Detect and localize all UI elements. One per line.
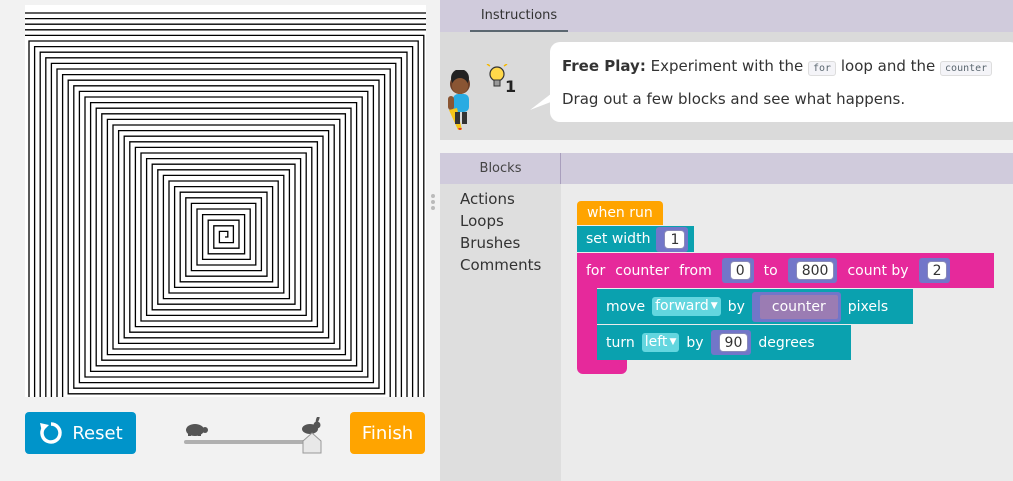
grip-icon[interactable]	[430, 193, 436, 215]
instructions-header: Instructions	[440, 0, 1013, 32]
for-label: for	[586, 262, 606, 279]
turn-block[interactable]: turn left ▼ by 90 degrees	[597, 325, 851, 360]
reset-label: Reset	[72, 422, 123, 444]
when-run-label: when run	[587, 205, 653, 221]
avatar-icon	[444, 69, 474, 134]
set-width-label: set width	[586, 231, 651, 247]
toolbox-title: Blocks	[479, 161, 522, 176]
when-run-block[interactable]: when run	[577, 201, 663, 225]
reset-icon	[40, 422, 63, 444]
move-block[interactable]: move forward ▼ by counter pixels	[597, 289, 913, 324]
tab-instructions[interactable]: Instructions	[470, 8, 568, 32]
play-area: Reset Finish	[0, 0, 440, 481]
instruction-text-a: Experiment with the	[645, 57, 809, 75]
drawing-canvas	[25, 5, 426, 397]
move-counter-var[interactable]: counter	[759, 294, 838, 319]
move-direction: forward	[655, 298, 709, 314]
instruction-line-1: Free Play: Experiment with the for loop …	[562, 57, 993, 76]
for-from-value-block[interactable]: 0	[721, 258, 754, 283]
turn-value-block[interactable]: 90	[710, 330, 752, 355]
turn-unit: degrees	[758, 334, 815, 351]
category-actions[interactable]: Actions	[460, 190, 515, 208]
for-var: counter	[615, 262, 670, 279]
for-to-label: to	[763, 262, 778, 279]
turn-direction-dropdown[interactable]: left ▼	[641, 333, 680, 352]
move-direction-dropdown[interactable]: forward ▼	[652, 297, 721, 316]
category-loops[interactable]: Loops	[460, 212, 504, 230]
turn-direction: left	[644, 334, 668, 350]
move-label: move	[606, 298, 646, 315]
code-counter: counter	[940, 61, 993, 76]
dropdown-arrow-icon: ▼	[710, 301, 718, 311]
set-width-block[interactable]: set width 1	[577, 226, 695, 252]
for-to-value[interactable]: 800	[795, 261, 835, 280]
category-brushes[interactable]: Brushes	[460, 234, 520, 252]
for-by-value[interactable]: 2	[926, 261, 948, 280]
move-unit: pixels	[847, 298, 889, 315]
hint-count: 1	[505, 77, 517, 96]
move-amount-block[interactable]: counter	[751, 291, 841, 322]
instruction-bubble	[550, 42, 1013, 122]
instruction-text-b: loop and the	[836, 57, 941, 75]
for-to-value-block[interactable]: 800	[787, 258, 838, 283]
turn-by-label: by	[686, 334, 704, 351]
for-from-value[interactable]: 0	[729, 261, 751, 280]
for-by-label: count by	[847, 262, 909, 279]
spiral-path	[25, 12, 426, 397]
set-width-value-block[interactable]: 1	[656, 226, 689, 252]
instruction-bold: Free Play:	[562, 57, 646, 75]
reset-button[interactable]: Reset	[25, 412, 136, 454]
finish-button[interactable]: Finish	[350, 412, 425, 454]
set-width-value[interactable]: 1	[664, 229, 686, 249]
speed-slider-track[interactable]	[184, 440, 312, 444]
spiral-drawing	[25, 12, 426, 397]
turn-label: turn	[606, 334, 635, 351]
for-by-value-block[interactable]: 2	[918, 258, 951, 283]
category-comments[interactable]: Comments	[460, 256, 541, 274]
for-loop-block[interactable]: for counter from 0 to 800 count by 2	[577, 253, 994, 288]
code-for: for	[808, 61, 837, 76]
move-by-label: by	[727, 298, 745, 315]
for-from-label: from	[679, 262, 712, 279]
instruction-line-2: Drag out a few blocks and see what happe…	[562, 90, 906, 108]
for-loop-arm	[577, 288, 597, 362]
dropdown-arrow-icon: ▼	[669, 337, 677, 347]
speed-slider-thumb[interactable]	[302, 432, 322, 458]
for-loop-bottom	[577, 360, 627, 374]
turn-value[interactable]: 90	[718, 333, 749, 352]
turtle-icon	[184, 421, 208, 440]
